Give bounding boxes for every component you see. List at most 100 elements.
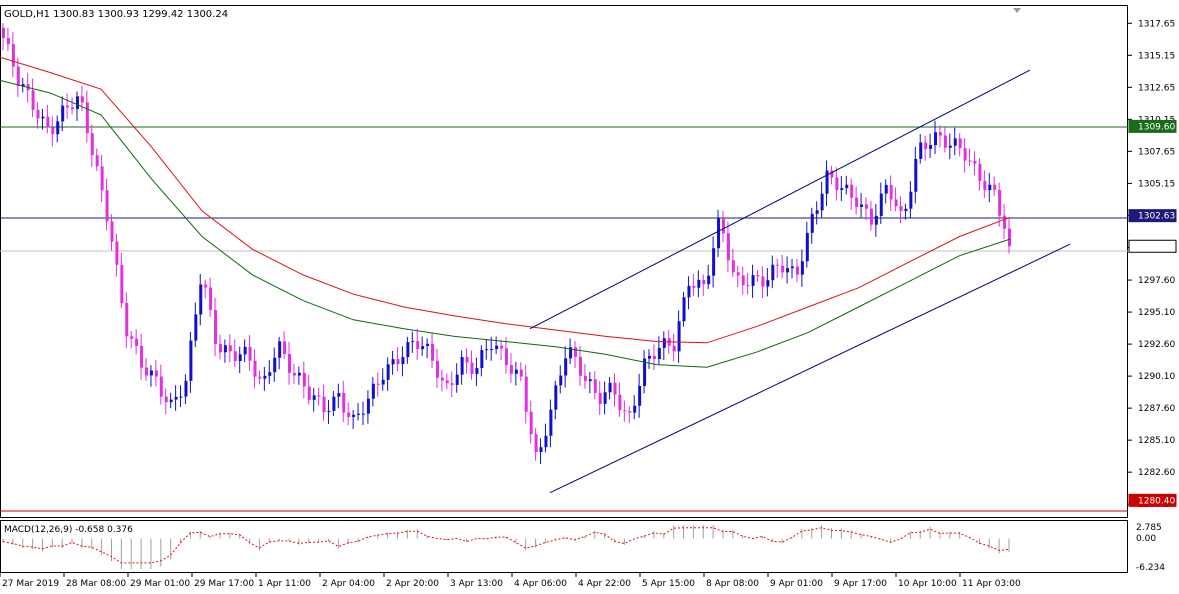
candle-body — [889, 184, 893, 200]
y-tick-label: 1290.10 — [1138, 372, 1175, 382]
y-tick-label: 1307.65 — [1138, 147, 1175, 157]
candle-body — [968, 160, 972, 162]
candle-body — [598, 392, 602, 404]
y-tick-label: 1317.65 — [1138, 19, 1175, 29]
candle-body — [934, 132, 938, 146]
candle-body — [603, 392, 607, 404]
candle-body — [125, 303, 129, 337]
candle-body — [292, 372, 296, 376]
x-tick-label: 5 Apr 15:00 — [642, 579, 695, 589]
x-tick-label: 3 Apr 13:00 — [450, 579, 503, 589]
candle-body — [263, 375, 267, 379]
candle-body — [514, 369, 518, 374]
candle-body — [440, 377, 444, 381]
candle-body — [421, 346, 425, 350]
candle-body — [288, 353, 292, 373]
candle-body — [361, 413, 365, 415]
price-axis: 1317.651315.151312.651310.151307.651305.… — [1128, 19, 1175, 510]
candle-body — [115, 241, 119, 265]
candle-body — [554, 385, 558, 410]
candle-body — [480, 350, 484, 369]
candle-body — [766, 280, 770, 287]
candle-body — [776, 264, 780, 266]
candle-body — [16, 66, 20, 87]
candle-body — [11, 44, 15, 67]
price-tag-label: 1280.40 — [1138, 496, 1175, 506]
macd-pane — [0, 520, 1128, 573]
candle-body — [998, 189, 1002, 216]
candle-body — [307, 386, 311, 400]
candle-body — [189, 340, 193, 381]
macd-label: MACD(12,26,9) -0.658 0.376 — [4, 525, 133, 535]
candle-body — [376, 383, 380, 385]
candle-body — [786, 268, 790, 273]
candle-body — [80, 96, 84, 103]
candle-body — [51, 127, 55, 135]
candle-body — [938, 132, 942, 136]
candle-body — [864, 204, 868, 209]
candle-body — [386, 364, 390, 380]
candle-body — [184, 380, 188, 397]
y-tick-label: 1312.65 — [1138, 83, 1175, 93]
candle-body — [731, 260, 735, 273]
candle-body — [85, 102, 89, 134]
candle-body — [145, 367, 149, 376]
x-tick-label: 2 Apr 20:00 — [386, 579, 439, 589]
candle-body — [105, 190, 109, 222]
candle-body — [884, 184, 888, 194]
candle-body — [95, 155, 99, 167]
candle-body — [204, 284, 208, 288]
y-tick-label: 1287.60 — [1138, 404, 1175, 414]
candle-body — [860, 204, 864, 207]
candle-body — [578, 356, 582, 376]
x-tick-label: 4 Apr 22:00 — [578, 579, 631, 589]
candle-body — [879, 193, 883, 216]
candle-body — [475, 368, 479, 374]
y-tick-label: 1295.10 — [1138, 308, 1175, 318]
candle-body — [228, 345, 232, 352]
candle-body — [401, 357, 405, 365]
candle-body — [855, 197, 859, 207]
candle-body — [278, 341, 282, 358]
candle-body — [297, 372, 301, 376]
candle-body — [209, 287, 213, 310]
x-tick-label: 8 Apr 08:00 — [706, 579, 759, 589]
candle-body — [588, 379, 592, 382]
candle-body — [100, 166, 104, 191]
candle-body — [574, 347, 578, 357]
candle-body — [41, 116, 45, 119]
x-tick-label: 28 Mar 08:00 — [66, 579, 126, 589]
y-tick-label: 1315.15 — [1138, 51, 1175, 61]
macd-axis: 2.785 0.00 -6.234 — [1136, 523, 1165, 573]
candle-body — [638, 385, 642, 406]
candle-body — [110, 221, 114, 242]
price-tag-label: 1302.63 — [1138, 212, 1175, 222]
candle-body — [593, 379, 597, 393]
candle-body — [149, 370, 153, 376]
candle-body — [648, 355, 652, 359]
candle-body — [628, 411, 632, 413]
candle-body — [352, 414, 356, 417]
candle-body — [164, 396, 168, 403]
candle-body — [741, 275, 745, 286]
candle-body — [214, 309, 218, 345]
candle-body — [800, 261, 804, 275]
candle-body — [549, 409, 553, 436]
price-chart[interactable]: GOLD,H1 1300.83 1300.93 1299.42 1300.24 … — [0, 0, 1179, 594]
x-tick-label: 11 Apr 03:00 — [962, 579, 1021, 589]
candle-body — [455, 374, 459, 385]
candle-body — [608, 382, 612, 393]
candle-body — [337, 393, 341, 397]
candle-body — [534, 434, 538, 452]
candle-body — [756, 275, 760, 277]
candle-body — [194, 314, 198, 341]
candle-body — [820, 193, 824, 211]
candle-body — [869, 208, 873, 225]
x-tick-label: 10 Apr 10:00 — [898, 579, 957, 589]
x-tick-label: 27 Mar 2019 — [2, 579, 59, 589]
y-tick-label: 1297.60 — [1138, 276, 1175, 286]
candle-body — [781, 265, 785, 273]
candle-body — [983, 180, 987, 191]
candle-body — [613, 382, 617, 395]
y-tick-label: 1305.15 — [1138, 179, 1175, 189]
